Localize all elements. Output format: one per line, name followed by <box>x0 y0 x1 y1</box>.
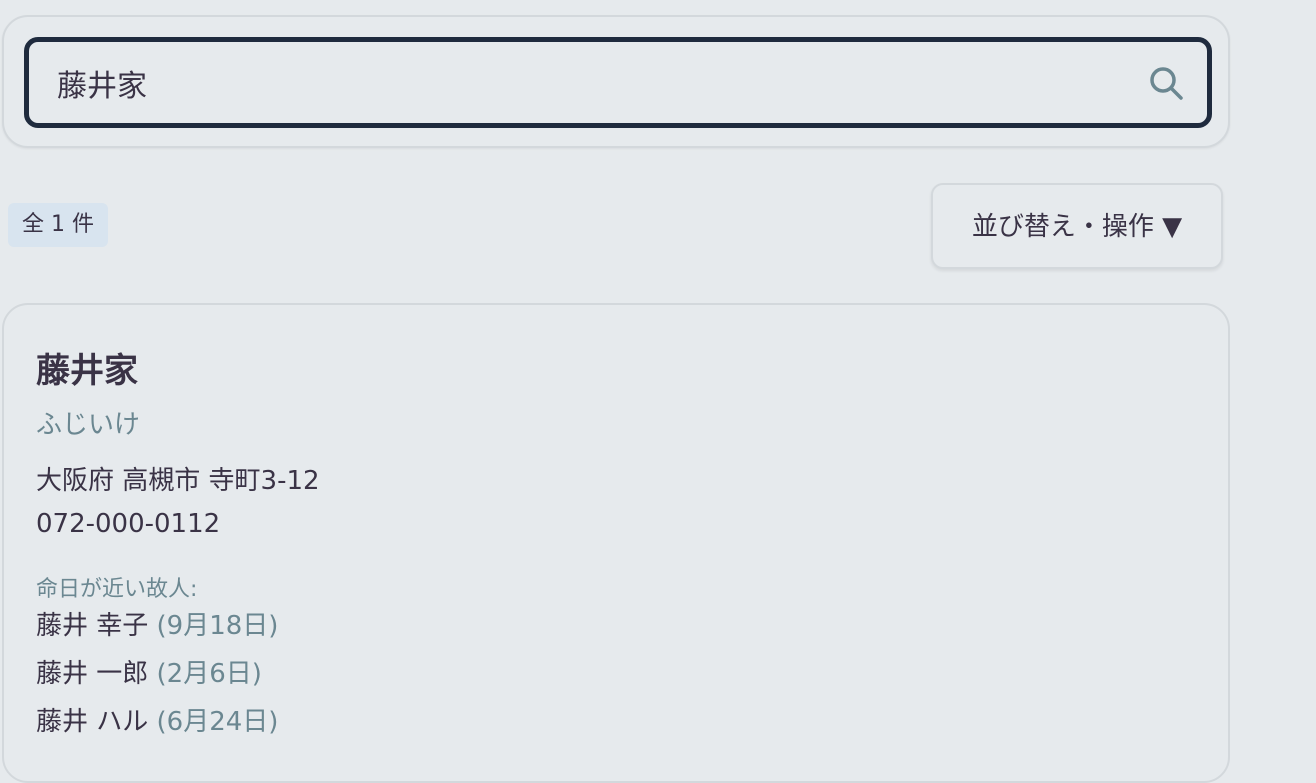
deceased-list: 藤井 幸子 (9月18日) 藤井 一郎 (2月6日) 藤井 ハル (6月24日) <box>36 611 278 755</box>
search-input[interactable] <box>57 42 1107 123</box>
result-count-badge: 全 1 件 <box>8 203 108 247</box>
deceased-item: 藤井 幸子 (9月18日) <box>36 611 278 659</box>
family-result-card[interactable]: 藤井家 ふじいけ 大阪府 高槻市 寺町3-12 072-000-0112 命日が… <box>2 303 1230 783</box>
family-address: 大阪府 高槻市 寺町3-12 <box>36 466 320 496</box>
deceased-name: 藤井 ハル <box>36 707 149 737</box>
deceased-date: (9月18日) <box>156 611 279 641</box>
deceased-item: 藤井 ハル (6月24日) <box>36 707 278 755</box>
deceased-name: 藤井 一郎 <box>36 659 149 689</box>
family-name: 藤井家 <box>36 351 138 391</box>
deceased-item: 藤井 一郎 (2月6日) <box>36 659 278 707</box>
family-name-kana: ふじいけ <box>36 410 141 440</box>
upcoming-anniversary-label: 命日が近い故人: <box>36 577 198 602</box>
search-icon[interactable] <box>1147 64 1187 104</box>
sort-actions-button[interactable]: 並び替え・操作 ▼ <box>931 183 1223 269</box>
family-phone: 072-000-0112 <box>36 509 221 539</box>
search-panel <box>2 15 1230 148</box>
search-box[interactable] <box>24 37 1212 128</box>
deceased-date: (6月24日) <box>156 707 279 737</box>
deceased-date: (2月6日) <box>156 659 262 689</box>
deceased-name: 藤井 幸子 <box>36 611 149 641</box>
